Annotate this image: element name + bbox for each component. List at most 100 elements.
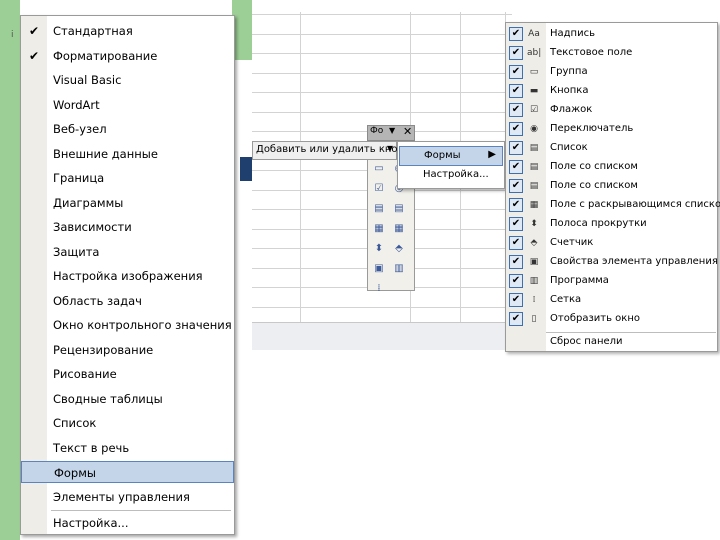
forms-list-item-label: Поле с раскрывающимся списком	[550, 199, 720, 210]
dialog-icon: ▯	[531, 314, 537, 324]
forms-list-item[interactable]: ✔ ab| Текстовое поле	[506, 44, 717, 63]
checkmark-icon[interactable]: ✔	[509, 198, 523, 212]
sheet-gridline	[252, 53, 512, 54]
checkmark-icon: ✔	[28, 48, 40, 63]
selected-cell	[240, 157, 252, 181]
textbox-icon[interactable]: ▭	[372, 162, 386, 176]
forms-list-item[interactable]: ✔ ▣ Свойства элемента управления	[506, 253, 718, 272]
checkbox-icon: ☑	[529, 105, 539, 115]
forms-toolbar-titlebar[interactable]: Фо ▼ ✕	[367, 125, 415, 141]
forms-list-item[interactable]: ✔ ▦ Поле с раскрывающимся списком	[506, 196, 720, 215]
menu-item[interactable]: Зависимости	[21, 216, 234, 238]
combobox-icon[interactable]: ▤	[392, 202, 406, 216]
menu-item-label: Формы	[54, 466, 96, 480]
menu-item-label: Настройка изображения	[53, 269, 203, 283]
checkmark-icon[interactable]: ✔	[509, 312, 523, 326]
menu-item[interactable]: ✔ Форматирование	[21, 45, 234, 67]
menu-item[interactable]: Веб-узел	[21, 118, 234, 140]
forms-list-item[interactable]: ✔ ▤ Поле со списком	[506, 158, 717, 177]
menu-item-label: Защита	[53, 244, 100, 259]
submenu-item-forms[interactable]: Формы ▶	[399, 146, 503, 166]
close-icon[interactable]: ✕	[403, 125, 412, 138]
menu-item[interactable]: Внешние данные	[21, 143, 234, 165]
menu-item-label: Диаграммы	[53, 195, 124, 210]
menu-item-label: WordArt	[53, 97, 100, 112]
forms-list-item-label: Сетка	[550, 294, 582, 305]
checkmark-icon[interactable]: ✔	[509, 27, 523, 41]
forms-toolbar-title: Фо	[370, 126, 384, 136]
checkmark-icon: ✔	[28, 24, 40, 38]
properties-icon[interactable]: ▣	[372, 262, 386, 276]
combobox-icon: ▤	[529, 181, 539, 191]
forms-list-item[interactable]: ✔ ▯ Отобразить окно	[506, 310, 717, 329]
checkmark-icon[interactable]: ✔	[509, 255, 523, 269]
forms-list-item[interactable]: ✔ ⬘ Счетчик	[506, 234, 717, 253]
forms-list-item[interactable]: ✔ ☑ Флажок	[506, 101, 717, 120]
checkmark-icon[interactable]: ✔	[509, 236, 523, 250]
menu-item[interactable]: Окно контрольного значения	[21, 314, 234, 336]
sheet-gridline	[252, 306, 512, 308]
forms-list-item[interactable]: ✔ ▤ Поле со списком	[506, 177, 717, 196]
reset-toolbar-item[interactable]: Сброс панели	[506, 333, 717, 352]
listbox-icon[interactable]: ▤	[372, 202, 386, 216]
checkmark-icon[interactable]: ✔	[509, 141, 523, 155]
menu-item[interactable]: ✔ Стандартная	[21, 20, 234, 42]
checkmark-icon[interactable]: ✔	[509, 103, 523, 117]
forms-list-item[interactable]: ✔ ▤ Список	[506, 139, 717, 158]
menu-item[interactable]: Область задач	[21, 290, 234, 312]
sheet-cell-fragment: і	[11, 30, 14, 40]
menu-item[interactable]: Настройка изображения	[21, 265, 234, 287]
forms-list-item[interactable]: ✔ ▭ Группа	[506, 63, 717, 82]
code-icon: ▥	[529, 276, 539, 286]
forms-list-item-label: Переключатель	[550, 123, 634, 134]
menu-item[interactable]: Список	[21, 412, 234, 434]
menu-item[interactable]: Рецензирование	[21, 339, 234, 361]
checkmark-icon[interactable]: ✔	[509, 46, 523, 60]
menu-item[interactable]: Защита	[21, 241, 234, 263]
menu-item[interactable]: Формы	[21, 461, 234, 483]
checkmark-icon[interactable]: ✔	[509, 65, 523, 79]
sheet-gridline	[252, 92, 512, 93]
checkmark-icon[interactable]: ✔	[509, 84, 523, 98]
checkmark-icon[interactable]: ✔	[509, 274, 523, 288]
menu-item[interactable]: Сводные таблицы	[21, 388, 234, 410]
dropdown-icon[interactable]: ▦	[392, 222, 406, 236]
checkmark-icon[interactable]: ✔	[509, 179, 523, 193]
checkmark-icon[interactable]: ✔	[509, 217, 523, 231]
menu-item[interactable]: Текст в речь	[21, 437, 234, 459]
forms-list-item[interactable]: ✔ ⬍ Полоса прокрутки	[506, 215, 717, 234]
menu-item[interactable]: Граница	[21, 167, 234, 189]
menu-item-label: Внешние данные	[53, 146, 158, 161]
checkmark-icon[interactable]: ✔	[509, 293, 523, 307]
menu-item-customize[interactable]: Настройка...	[21, 512, 234, 534]
add-remove-buttons[interactable]: Добавить или удалить кнопки ▼	[252, 141, 417, 160]
menu-item[interactable]: WordArt	[21, 94, 234, 116]
toolbar-options-icon[interactable]: ▼	[389, 126, 395, 135]
forms-list-item[interactable]: ✔ ◉ Переключатель	[506, 120, 717, 139]
scrollbar-icon[interactable]: ⬍	[372, 242, 386, 256]
spinner-icon[interactable]: ⬘	[392, 242, 406, 256]
menu-item[interactable]: Элементы управления	[21, 486, 234, 508]
forms-list-item-label: Программа	[550, 275, 609, 286]
menu-item[interactable]: Диаграммы	[21, 192, 234, 214]
dropdown-icon[interactable]: ▦	[372, 222, 386, 236]
forms-list-item[interactable]: ✔ ▥ Программа	[506, 272, 717, 291]
checkmark-icon[interactable]: ✔	[509, 160, 523, 174]
sheet-horizontal-scrollbar[interactable]	[252, 322, 510, 350]
checkmark-icon[interactable]: ✔	[509, 122, 523, 136]
code-icon[interactable]: ▥	[392, 262, 406, 276]
scrollbar-icon: ⬍	[530, 219, 538, 229]
label-icon: Aa	[528, 29, 540, 39]
menu-item-label: Элементы управления	[53, 489, 190, 504]
grid-icon: ⁞	[532, 295, 536, 305]
forms-list-item[interactable]: ✔ Aa Надпись	[506, 25, 717, 44]
menu-item[interactable]: Рисование	[21, 363, 234, 385]
forms-list-item[interactable]: ✔ ⁞ Сетка	[506, 291, 717, 310]
grid-icon[interactable]: ⁞	[372, 282, 386, 296]
checkbox-icon[interactable]: ☑	[372, 182, 386, 196]
forms-list-item[interactable]: ✔ ▬ Кнопка	[506, 82, 717, 101]
submenu-item-customize[interactable]: Настройка...	[399, 166, 503, 186]
menu-item[interactable]: Visual Basic	[21, 69, 234, 91]
menu-item-label: Веб-узел	[53, 122, 107, 136]
group-icon: ▭	[529, 67, 539, 77]
